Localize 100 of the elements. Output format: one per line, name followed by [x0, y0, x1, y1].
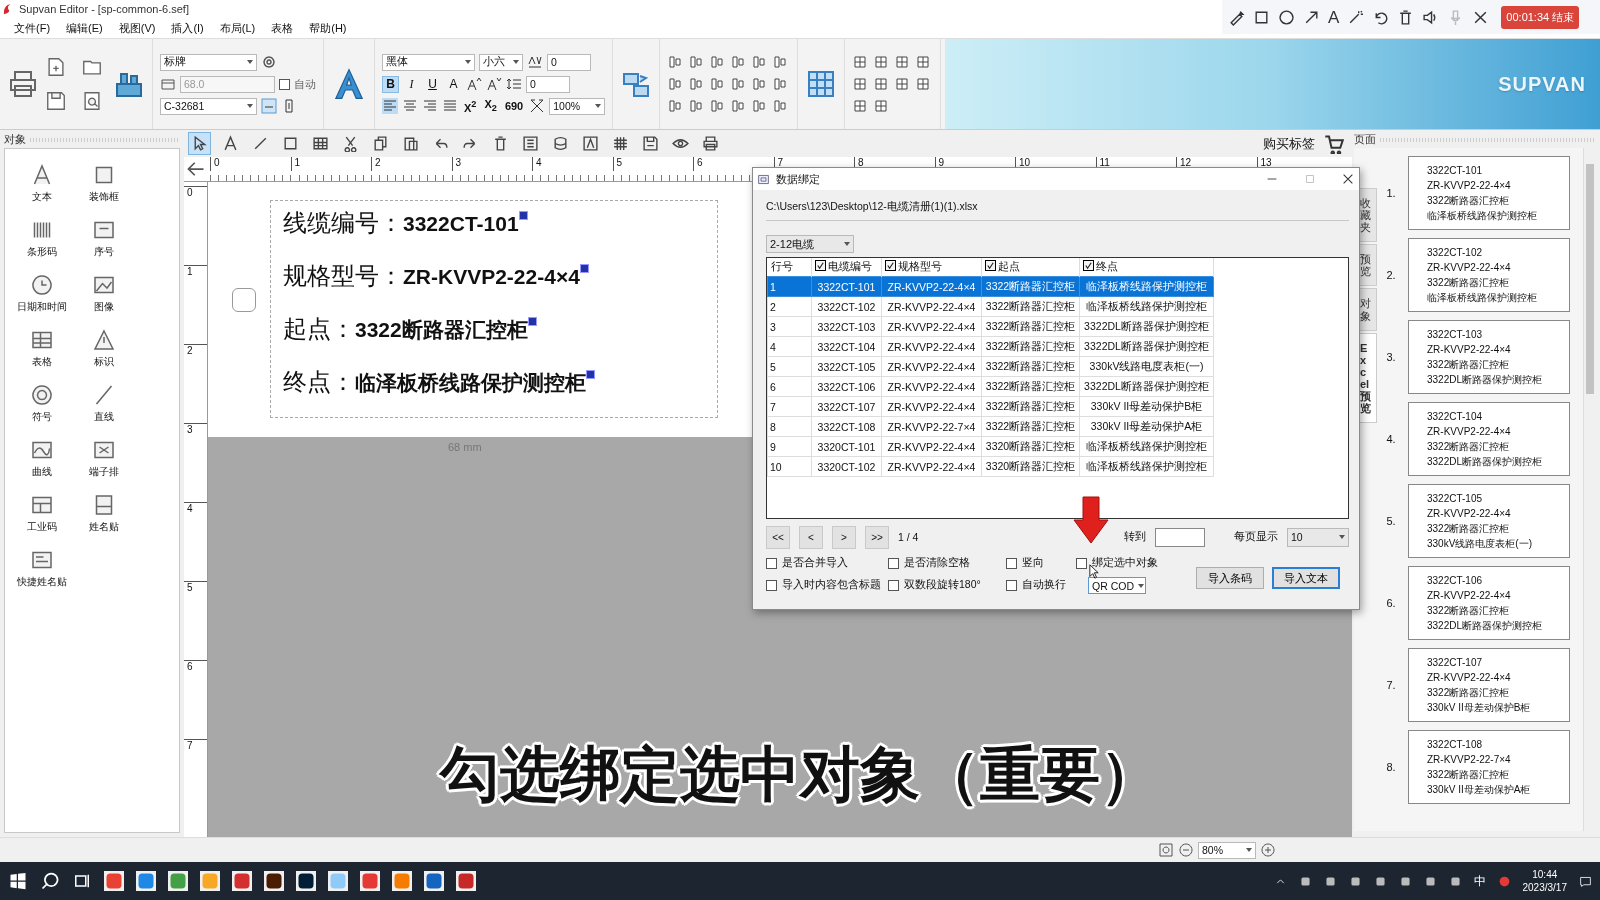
- font-dropdown[interactable]: 黑体: [382, 53, 475, 71]
- table-layout-icon[interactable]: [873, 54, 890, 70]
- bound-field-value[interactable]: 3322断路器汇控柜: [355, 316, 528, 344]
- page-thumbnail[interactable]: 3322CT-107 ZR-KVVP2-22-4×4 3322断路器汇控柜 330kV II母差动保护B柜: [1408, 648, 1570, 722]
- tray-icon[interactable]: [1298, 874, 1312, 888]
- object-tool[interactable]: 文本: [11, 163, 73, 204]
- printer-icon[interactable]: [7, 68, 39, 100]
- page-thumbnail[interactable]: 3322CT-106 ZR-KVVP2-22-4×4 3322断路器汇控柜 3322DL断路器保护测控柜: [1408, 566, 1570, 640]
- pager-button[interactable]: >: [832, 525, 856, 549]
- column-checkbox[interactable]: [885, 260, 896, 271]
- object-tool[interactable]: 条形码: [11, 218, 73, 259]
- start-icon[interactable]: [8, 871, 28, 891]
- tray-icon[interactable]: [1423, 874, 1437, 888]
- menu-item[interactable]: 布局(L): [211, 20, 264, 36]
- option-checkbox[interactable]: [766, 557, 777, 569]
- save-icon[interactable]: [45, 90, 67, 112]
- align-icon[interactable]: [667, 98, 684, 114]
- pointer-icon[interactable]: [188, 132, 211, 155]
- goto-page-field[interactable]: [1155, 527, 1205, 547]
- text-frame-icon[interactable]: [261, 98, 277, 114]
- search-icon[interactable]: [40, 871, 60, 891]
- menu-item[interactable]: 帮助(H): [301, 20, 355, 36]
- option-checkbox[interactable]: [766, 579, 777, 591]
- table-row[interactable]: 6 3322CT-106 ZR-KVVP2-22-4×4 3322断路器汇控柜 3322DL断路器保护测控柜: [767, 376, 1214, 397]
- format-button[interactable]: A: [445, 75, 462, 93]
- zoom-out-icon[interactable]: [1178, 842, 1194, 858]
- table-layout-icon[interactable]: [852, 76, 869, 92]
- page-thumbnail[interactable]: 3322CT-108 ZR-KVVP2-22-7×4 3322断路器汇控柜 330kV II母差动保护A柜: [1408, 730, 1570, 804]
- zoom-dropdown[interactable]: 80%: [1198, 841, 1256, 859]
- input-method-indicator[interactable]: 中: [1473, 872, 1486, 890]
- table-row[interactable]: 8 3322CT-108 ZR-KVVP2-22-7×4 3322断路器汇控柜 330kV II母差动保护A柜: [767, 416, 1214, 437]
- table-layout-icon[interactable]: [894, 54, 911, 70]
- letter-spacing-spinbox[interactable]: 0: [547, 53, 591, 71]
- font-size-dropdown[interactable]: 小六: [479, 53, 523, 71]
- shopping-cart-icon[interactable]: [1324, 133, 1344, 154]
- option-checkbox[interactable]: [888, 557, 899, 569]
- align-center-icon[interactable]: [402, 98, 418, 114]
- clock[interactable]: 10:44 2023/3/17: [1522, 868, 1567, 894]
- record-stop-button[interactable]: 00:01:34 结束: [1501, 5, 1580, 29]
- magic-wand-icon[interactable]: [1347, 8, 1365, 26]
- align-icon[interactable]: [688, 76, 705, 92]
- align-icon[interactable]: [709, 54, 726, 70]
- menu-item[interactable]: 视图(V): [110, 20, 164, 36]
- align-icon[interactable]: [730, 54, 747, 70]
- table-row[interactable]: 7 3322CT-107 ZR-KVVP2-22-4×4 3322断路器汇控柜 330kV II母差动保护B柜: [767, 396, 1214, 417]
- align-right-icon[interactable]: [422, 98, 438, 114]
- barcode-type-dropdown[interactable]: QR COD: [1088, 577, 1146, 594]
- table-layout-icon[interactable]: [915, 76, 932, 92]
- table-layout-icon[interactable]: [894, 76, 911, 92]
- selection-handle[interactable]: [232, 288, 256, 312]
- pager-button[interactable]: <: [799, 525, 823, 549]
- table-layout-icon[interactable]: [873, 98, 890, 114]
- align-icon[interactable]: [709, 98, 726, 114]
- align-icon[interactable]: [730, 76, 747, 92]
- text-format-button[interactable]: X$^{2}$: [462, 98, 479, 114]
- zoom-dropdown[interactable]: 100%: [549, 97, 606, 115]
- align-icon[interactable]: [772, 76, 789, 92]
- label-type-dropdown[interactable]: 标牌: [160, 53, 257, 71]
- table-layout-icon[interactable]: [852, 98, 869, 114]
- option-checkbox[interactable]: [1076, 557, 1087, 569]
- menu-item[interactable]: 插入(I): [163, 20, 212, 36]
- align-icon[interactable]: [688, 54, 705, 70]
- save-icon[interactable]: [640, 133, 661, 154]
- bound-field-value[interactable]: ZR-KVVP2-22-4×4: [403, 265, 580, 289]
- align-icon[interactable]: [730, 98, 747, 114]
- table-row[interactable]: 9 3320CT-101 ZR-KVVP2-22-4×4 3320断路器汇控柜 临泽板桥线路保护测控柜: [767, 436, 1214, 457]
- format-button[interactable]: U: [424, 75, 441, 93]
- new-file-icon[interactable]: [45, 56, 67, 78]
- sogou-icon[interactable]: [1497, 874, 1511, 888]
- table-row[interactable]: 4 3322CT-104 ZR-KVVP2-22-4×4 3322断路器汇控柜 3322DL断路器保护测控柜: [767, 336, 1214, 357]
- table-layout-icon[interactable]: [915, 54, 932, 70]
- table-row[interactable]: 2 3322CT-102 ZR-KVVP2-22-4×4 3322断路器汇控柜 临泽板桥线路保护测控柜: [767, 296, 1214, 317]
- justify-icon[interactable]: [442, 98, 458, 114]
- pager-button[interactable]: >>: [865, 525, 889, 549]
- tray-icon[interactable]: [1398, 874, 1412, 888]
- object-tool[interactable]: 标识: [73, 328, 135, 369]
- sheet-dropdown[interactable]: 2-12电缆: [766, 235, 854, 253]
- import-button[interactable]: 导入文本: [1272, 567, 1340, 589]
- object-tool[interactable]: 直线: [73, 383, 135, 424]
- font-grow-icon[interactable]: [466, 76, 482, 92]
- object-tool[interactable]: 符号: [11, 383, 73, 424]
- column-checkbox[interactable]: [1083, 260, 1094, 271]
- print-preview-icon[interactable]: [81, 90, 103, 112]
- object-tool[interactable]: 表格: [11, 328, 73, 369]
- text-tool[interactable]: A: [1328, 8, 1340, 26]
- align-icon[interactable]: [772, 98, 789, 114]
- column-checkbox[interactable]: [985, 260, 996, 271]
- object-tool[interactable]: 序号: [73, 218, 135, 259]
- table-layout-icon[interactable]: [873, 76, 890, 92]
- bound-field-value[interactable]: 3322CT-101: [403, 212, 519, 236]
- tray-icon[interactable]: [1373, 874, 1387, 888]
- notification-icon[interactable]: [1579, 874, 1592, 888]
- text-format-button[interactable]: X$_{2}$: [482, 98, 499, 114]
- object-tool[interactable]: 图像: [73, 273, 135, 314]
- menu-item[interactable]: 表格: [263, 20, 302, 36]
- auto-checkbox[interactable]: [279, 78, 290, 90]
- zoom-fit-icon[interactable]: [1158, 842, 1174, 858]
- rectangle-icon[interactable]: [1253, 8, 1270, 26]
- align-icon[interactable]: [751, 54, 768, 70]
- tray-icon[interactable]: [1448, 874, 1462, 888]
